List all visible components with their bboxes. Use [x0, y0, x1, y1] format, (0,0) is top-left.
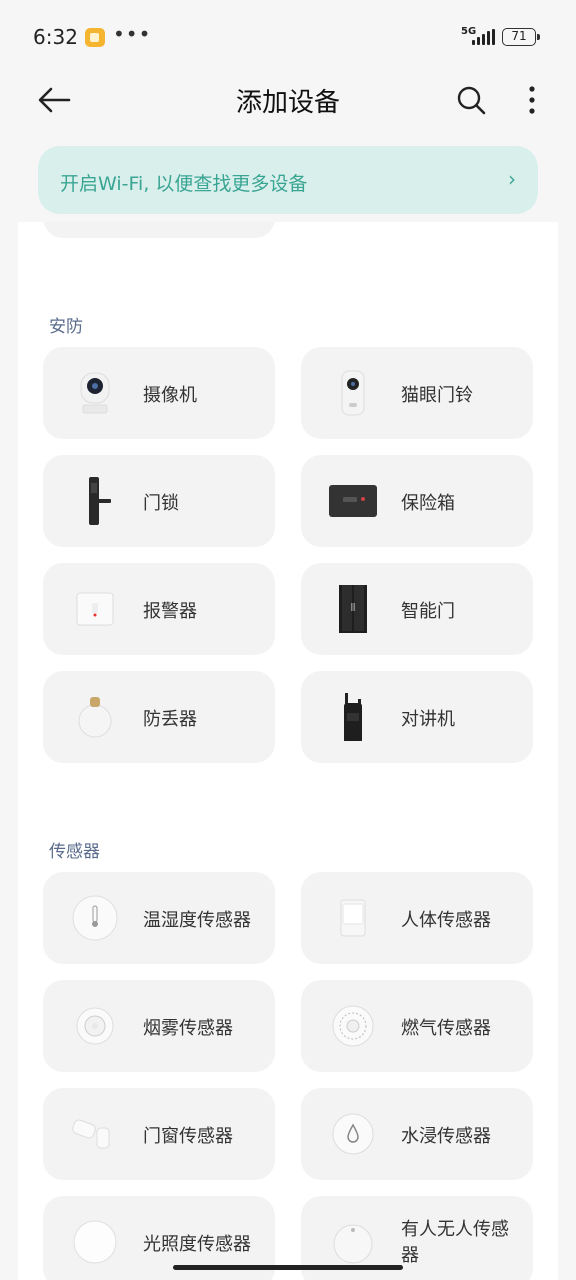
device-card-door-lock[interactable]: 门锁: [43, 455, 275, 547]
device-label: 有人无人传感器: [401, 1219, 509, 1266]
more-options-button[interactable]: [520, 84, 544, 116]
notification-app-icon: [85, 28, 105, 47]
device-card-camera[interactable]: 摄像机: [43, 347, 275, 439]
safe-icon: [329, 485, 377, 517]
device-card-smart-door[interactable]: 智能门: [301, 563, 533, 655]
device-label: 摄像机: [143, 385, 197, 406]
device-card-smoke-sensor[interactable]: 烟雾传感器: [43, 980, 275, 1072]
device-card-gas-sensor[interactable]: 燃气传感器: [301, 980, 533, 1072]
device-card-walkie-talkie[interactable]: 对讲机: [301, 671, 533, 763]
device-category-list: 安防 摄像机 猫眼门铃 门锁 保险箱 报警器 智能门 防丢器 对讲机 传感器 温…: [18, 222, 558, 1280]
device-card-water-leak-sensor[interactable]: 水浸传感器: [301, 1088, 533, 1180]
search-button[interactable]: [455, 84, 487, 116]
alarm-icon: [76, 592, 114, 626]
camera-icon: [80, 372, 110, 414]
device-label: 温湿度传感器: [143, 910, 251, 931]
device-card-safe[interactable]: 保险箱: [301, 455, 533, 547]
door-lock-icon: [89, 477, 111, 525]
device-label: 水浸传感器: [401, 1126, 491, 1147]
status-bar: 6:32 ••• 5G 71: [0, 0, 576, 72]
device-card-doorbell[interactable]: 猫眼门铃: [301, 347, 533, 439]
walkie-talkie-icon: [344, 693, 362, 741]
device-label: 报警器: [143, 601, 197, 622]
page-title: 添加设备: [235, 88, 340, 118]
device-label: 光照度传感器: [143, 1234, 251, 1255]
home-indicator[interactable]: [173, 1265, 403, 1270]
water-leak-sensor-icon: [332, 1113, 374, 1155]
device-card-door-window-sensor[interactable]: 门窗传感器: [43, 1088, 275, 1180]
light-sensor-icon: [73, 1220, 117, 1264]
device-label: 智能门: [401, 601, 455, 622]
status-time: 6:32: [33, 25, 78, 49]
device-label: 门锁: [143, 493, 179, 514]
motion-sensor-icon: [340, 899, 366, 937]
tracker-icon: [78, 697, 112, 738]
more-vertical-icon: [529, 86, 535, 114]
smoke-sensor-icon: [76, 1007, 114, 1045]
device-label: 对讲机: [401, 709, 455, 730]
more-notifications-icon: •••: [113, 22, 152, 46]
doorbell-icon: [341, 370, 365, 416]
device-label: 烟雾传感器: [143, 1018, 233, 1039]
device-card-alarm[interactable]: 报警器: [43, 563, 275, 655]
device-label: 保险箱: [401, 493, 455, 514]
chevron-right-icon: ›: [508, 167, 516, 191]
wifi-banner-text: 开启Wi-Fi, 以便查找更多设备: [60, 173, 308, 195]
door-window-sensor-icon: [72, 1119, 110, 1149]
device-card-motion-sensor[interactable]: 人体传感器: [301, 872, 533, 964]
gas-sensor-icon: [332, 1005, 374, 1047]
device-label: 猫眼门铃: [401, 385, 473, 406]
device-card-tracker[interactable]: 防丢器: [43, 671, 275, 763]
device-label: 防丢器: [143, 709, 197, 730]
wifi-banner[interactable]: 开启Wi-Fi, 以便查找更多设备 ›: [38, 146, 538, 214]
device-card-temp-humidity-sensor[interactable]: 温湿度传感器: [43, 872, 275, 964]
thermometer-sensor-icon: [72, 895, 118, 941]
battery-icon: 71: [502, 28, 540, 46]
device-label: 人体传感器: [401, 910, 491, 931]
device-label: 门窗传感器: [143, 1126, 233, 1147]
section-title-security: 安防: [49, 317, 83, 337]
previous-card[interactable]: [43, 222, 275, 238]
smart-door-icon: [339, 585, 367, 633]
presence-sensor-icon: [333, 1224, 373, 1264]
search-icon: [457, 86, 486, 115]
device-label: 燃气传感器: [401, 1018, 491, 1039]
section-title-sensors: 传感器: [49, 842, 100, 862]
signal-icon: [472, 29, 496, 45]
app-bar: 添加设备: [0, 72, 576, 128]
